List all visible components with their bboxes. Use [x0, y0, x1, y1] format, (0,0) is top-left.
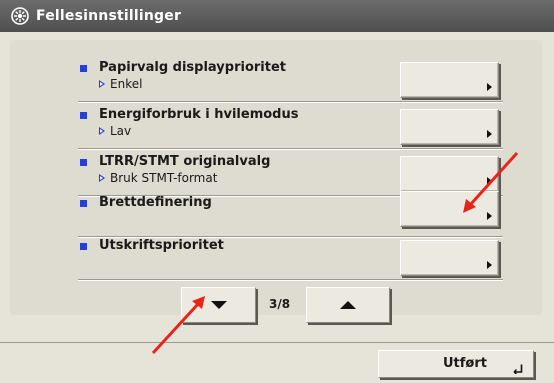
settings-icon — [10, 6, 30, 26]
bullet-icon — [80, 65, 87, 72]
setting-label: Brettdefinering — [99, 195, 212, 210]
page-down-button[interactable] — [181, 287, 256, 323]
setting-label: Energiforbruk i hvilemodus — [99, 107, 299, 122]
settings-panel: Papirvalg displayprioritet Enkel Energif… — [10, 40, 542, 323]
setting-open-button[interactable] — [400, 62, 499, 98]
arrow-right-icon — [487, 83, 492, 91]
setting-current-value: Enkel — [99, 77, 142, 91]
arrow-right-icon — [487, 212, 492, 220]
setting-row-ltrr-stmt-original: LTRR/STMT originalvalg Bruk STMT-format — [78, 150, 510, 197]
row-divider — [78, 279, 503, 281]
arrow-right-icon — [487, 130, 492, 138]
title-bar: Fellesinnstillinger — [0, 0, 554, 32]
arrow-right-icon — [487, 261, 492, 269]
bullet-icon — [80, 200, 87, 207]
setting-value-text: Enkel — [110, 77, 143, 91]
done-label: Utført — [443, 356, 487, 371]
enter-icon — [513, 359, 523, 375]
bottom-bar: Utført — [0, 342, 554, 383]
setting-value-text: Lav — [110, 124, 132, 138]
setting-row-paper-display-priority: Papirvalg displayprioritet Enkel — [78, 56, 510, 103]
value-marker-icon — [99, 127, 105, 135]
done-button[interactable]: Utført — [378, 350, 534, 378]
setting-label: Utskriftsprioritet — [99, 238, 224, 253]
arrow-right-icon — [487, 177, 492, 185]
setting-current-value: Lav — [99, 124, 131, 138]
setting-label: LTRR/STMT originalvalg — [99, 154, 271, 169]
setting-current-value: Bruk STMT-format — [99, 171, 217, 185]
setting-row-energy-sleep-mode: Energiforbruk i hvilemodus Lav — [78, 103, 510, 150]
page-up-button[interactable] — [306, 287, 390, 323]
arrow-up-icon — [340, 301, 356, 309]
value-marker-icon — [99, 80, 105, 88]
setting-label: Papirvalg displayprioritet — [99, 60, 286, 75]
page-indicator: 3/8 — [269, 297, 291, 311]
setting-row-tray-definition: Brettdefinering — [78, 191, 510, 238]
setting-open-button[interactable] — [400, 156, 499, 192]
setting-open-button[interactable] — [400, 240, 499, 276]
setting-open-button[interactable] — [400, 109, 499, 145]
value-marker-icon — [99, 174, 105, 182]
setting-value-text: Bruk STMT-format — [110, 171, 218, 185]
settings-screen: Fellesinnstillinger Papirvalg displaypri… — [0, 0, 554, 383]
setting-open-button[interactable] — [400, 191, 499, 227]
arrow-down-icon — [210, 301, 227, 309]
window-title: Fellesinnstillinger — [36, 8, 182, 24]
bullet-icon — [80, 243, 87, 250]
page-navigation: 3/8 — [181, 287, 391, 323]
bullet-icon — [80, 112, 87, 119]
setting-row-print-priority: Utskriftsprioritet — [78, 234, 510, 281]
bullet-icon — [80, 159, 87, 166]
